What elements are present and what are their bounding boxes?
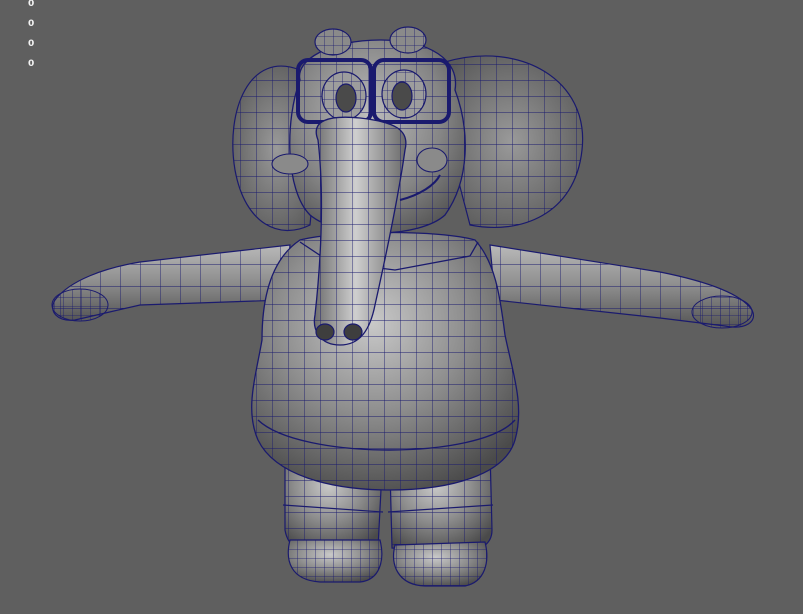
3d-viewport[interactable]: 0 0 0 0	[0, 0, 803, 614]
torso	[251, 231, 520, 491]
elephant-character-icon[interactable]	[0, 0, 803, 614]
